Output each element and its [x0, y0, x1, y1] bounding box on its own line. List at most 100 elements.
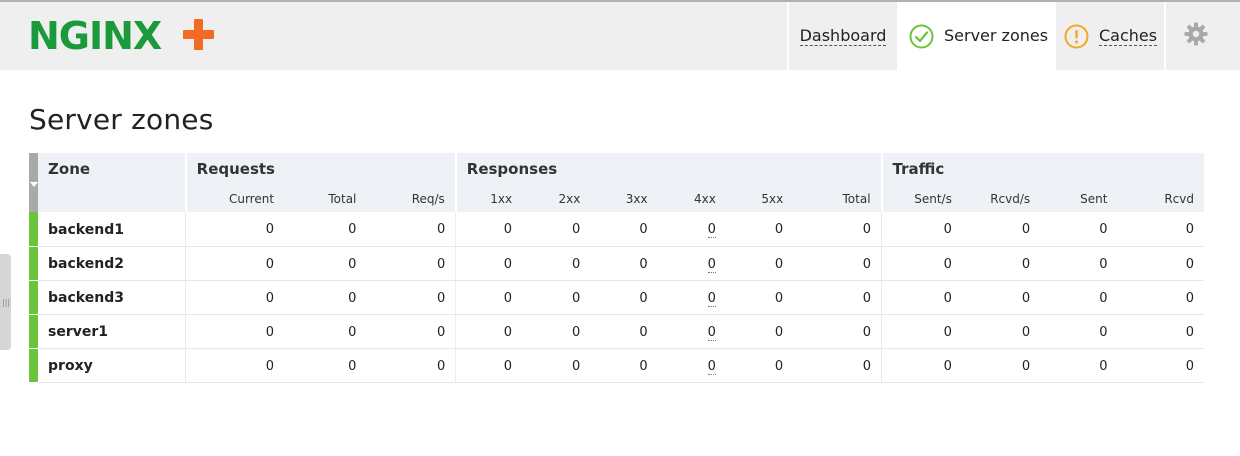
cell-value: 0: [284, 212, 367, 247]
cell-value: 0: [284, 246, 367, 281]
column-requests-total: Total: [284, 182, 367, 212]
table-row: server1 0 0 0 0 0 0 0 0 0 0 0 0 0: [29, 314, 1204, 349]
cell-value: 0: [590, 212, 658, 247]
cell-value: 0: [881, 348, 962, 383]
zone-name: backend1: [38, 212, 186, 247]
cell-value: 0: [185, 314, 285, 349]
cell-value: 0: [961, 280, 1041, 315]
cell-4xx-value[interactable]: 0: [707, 324, 716, 341]
zone-name: proxy: [38, 348, 186, 383]
column-rcvd-per-sec: Rcvd/s: [961, 182, 1041, 212]
cell-value: 0: [1040, 212, 1118, 247]
tab-server-zones[interactable]: Server zones: [899, 2, 1054, 70]
cell-value: 0: [961, 314, 1041, 349]
cell-value: 0: [657, 348, 726, 383]
cell-value: 0: [961, 212, 1041, 247]
cell-value: 0: [366, 280, 456, 315]
cell-value: 0: [1040, 280, 1118, 315]
zone-status-indicator: [29, 314, 39, 349]
cell-value: 0: [725, 246, 794, 281]
column-sent: Sent: [1040, 182, 1118, 212]
column-5xx: 5xx: [725, 182, 794, 212]
nginx-plus-logo[interactable]: NGINX: [28, 15, 218, 55]
cell-value: 0: [455, 212, 523, 247]
cell-value: 0: [725, 348, 794, 383]
cell-value: 0: [455, 246, 523, 281]
cell-value: 0: [657, 280, 726, 315]
side-drag-handle[interactable]: |||: [0, 254, 11, 350]
zone-name: backend2: [38, 246, 186, 281]
cell-4xx-value[interactable]: 0: [707, 290, 716, 307]
cell-value: 0: [881, 280, 962, 315]
cell-value: 0: [725, 280, 794, 315]
column-responses-total: Total: [793, 182, 882, 212]
cell-value: 0: [725, 314, 794, 349]
page-title: Server zones: [29, 103, 214, 136]
cell-value: 0: [793, 348, 882, 383]
zone-name: backend3: [38, 280, 186, 315]
column-current: Current: [184, 182, 285, 212]
logo-text: NGINX: [28, 15, 162, 55]
check-circle-icon: [909, 24, 934, 49]
group-traffic: Traffic: [880, 153, 1204, 182]
cell-value: 0: [366, 246, 456, 281]
cell-value: 0: [881, 246, 962, 281]
cell-value: 0: [366, 348, 456, 383]
cell-value: 0: [366, 212, 456, 247]
column-req-per-sec: Req/s: [366, 182, 456, 212]
grip-icon: |||: [2, 298, 11, 307]
cell-value: 0: [284, 348, 367, 383]
tab-caches[interactable]: Caches: [1056, 2, 1164, 70]
cell-value: 0: [657, 246, 726, 281]
cell-value: 0: [657, 212, 726, 247]
cell-4xx-value[interactable]: 0: [707, 256, 716, 273]
server-zones-table: Zone Requests Responses Traffic Current …: [29, 153, 1204, 383]
tab-dashboard-label: Dashboard: [799, 25, 887, 46]
cell-value: 0: [185, 212, 285, 247]
cell-value: 0: [284, 280, 367, 315]
cell-value: 0: [793, 314, 882, 349]
cell-value: 0: [1117, 246, 1204, 281]
cell-value: 0: [284, 314, 367, 349]
cell-value: 0: [961, 348, 1041, 383]
cell-value: 0: [522, 280, 591, 315]
cell-value: 0: [793, 280, 882, 315]
cell-4xx-value[interactable]: 0: [707, 222, 716, 239]
cell-value: 0: [1117, 280, 1204, 315]
table-row: backend2 0 0 0 0 0 0 0 0 0 0 0 0 0: [29, 246, 1204, 281]
column-1xx: 1xx: [454, 182, 523, 212]
table-row: backend3 0 0 0 0 0 0 0 0 0 0 0 0 0: [29, 280, 1204, 315]
cell-value: 0: [590, 280, 658, 315]
cell-value: 0: [185, 348, 285, 383]
gear-icon: [1184, 22, 1208, 50]
settings-button[interactable]: [1166, 2, 1226, 70]
sort-handle[interactable]: [29, 153, 39, 212]
table-row: backend1 0 0 0 0 0 0 0 0 0 0 0 0 0: [29, 212, 1204, 247]
cell-value: 0: [725, 212, 794, 247]
cell-value: 0: [590, 348, 658, 383]
tab-caches-label: Caches: [1099, 25, 1158, 46]
cell-value: 0: [455, 314, 523, 349]
cell-value: 0: [366, 314, 456, 349]
cell-4xx-value[interactable]: 0: [707, 358, 716, 375]
table-row: proxy 0 0 0 0 0 0 0 0 0 0 0 0 0: [29, 348, 1204, 383]
cell-value: 0: [185, 246, 285, 281]
zone-status-indicator: [29, 246, 39, 281]
sort-arrow-icon: [30, 182, 38, 187]
cell-value: 0: [522, 212, 591, 247]
tab-dashboard[interactable]: Dashboard: [789, 2, 897, 70]
cell-value: 0: [961, 246, 1041, 281]
cell-value: 0: [881, 212, 962, 247]
cell-value: 0: [185, 280, 285, 315]
cell-value: 0: [1040, 246, 1118, 281]
zone-name: server1: [38, 314, 186, 349]
cell-value: 0: [793, 212, 882, 247]
column-sent-per-sec: Sent/s: [880, 182, 962, 212]
cell-value: 0: [1117, 348, 1204, 383]
zone-status-indicator: [29, 212, 39, 247]
column-zone[interactable]: Zone: [38, 153, 186, 182]
cell-value: 0: [1117, 314, 1204, 349]
zone-status-indicator: [29, 280, 39, 315]
cell-value: 0: [522, 348, 591, 383]
cell-value: 0: [1040, 348, 1118, 383]
